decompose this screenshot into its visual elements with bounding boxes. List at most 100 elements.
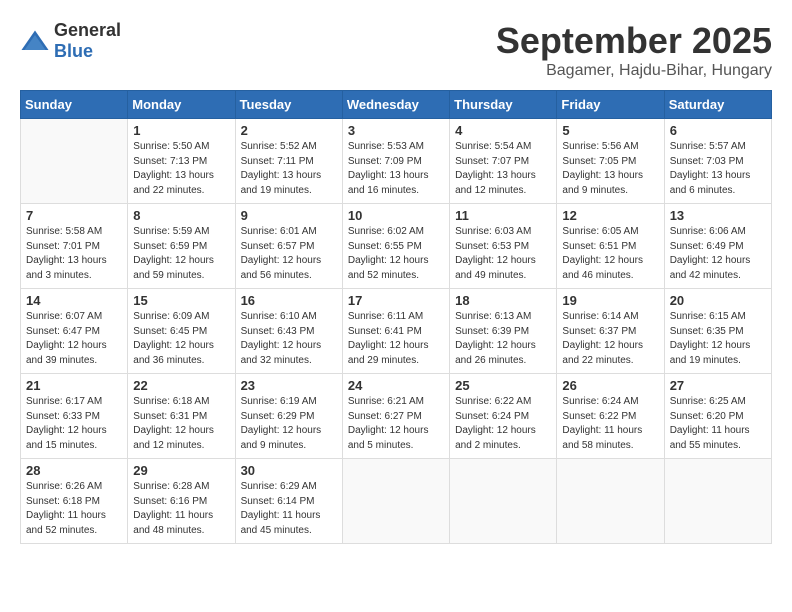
day-number: 1 <box>133 123 229 138</box>
calendar-cell: 28 Sunrise: 6:26 AM Sunset: 6:18 PM Dayli… <box>21 459 128 544</box>
day-info: Sunrise: 6:01 AM Sunset: 6:57 PM Dayligh… <box>241 225 337 283</box>
column-header-wednesday: Wednesday <box>342 91 449 119</box>
logo-icon <box>20 29 50 53</box>
month-title: September 2025 <box>496 20 772 62</box>
day-number: 5 <box>562 123 658 138</box>
day-number: 3 <box>348 123 444 138</box>
calendar-cell: 15 Sunrise: 6:09 AM Sunset: 6:45 PM Dayli… <box>128 289 235 374</box>
day-info: Sunrise: 5:50 AM Sunset: 7:13 PM Dayligh… <box>133 140 229 198</box>
day-number: 16 <box>241 293 337 308</box>
day-number: 21 <box>26 378 122 393</box>
day-info: Sunrise: 6:09 AM Sunset: 6:45 PM Dayligh… <box>133 310 229 368</box>
day-info: Sunrise: 5:58 AM Sunset: 7:01 PM Dayligh… <box>26 225 122 283</box>
calendar-cell: 13 Sunrise: 6:06 AM Sunset: 6:49 PM Dayli… <box>664 204 771 289</box>
day-number: 12 <box>562 208 658 223</box>
calendar-cell <box>342 459 449 544</box>
title-block: September 2025 Bagamer, Hajdu-Bihar, Hun… <box>496 20 772 80</box>
calendar-cell: 5 Sunrise: 5:56 AM Sunset: 7:05 PM Daylig… <box>557 119 664 204</box>
day-info: Sunrise: 6:13 AM Sunset: 6:39 PM Dayligh… <box>455 310 551 368</box>
day-info: Sunrise: 6:15 AM Sunset: 6:35 PM Dayligh… <box>670 310 766 368</box>
day-number: 20 <box>670 293 766 308</box>
calendar-cell: 26Sunrise: 6:24 AM Sunset: 6:22 PM Dayli… <box>557 374 664 459</box>
calendar-table: SundayMondayTuesdayWednesdayThursdayFrid… <box>20 90 772 544</box>
calendar-cell: 11Sunrise: 6:03 AM Sunset: 6:53 PM Dayli… <box>450 204 557 289</box>
day-number: 4 <box>455 123 551 138</box>
calendar-week-row: 21 Sunrise: 6:17 AM Sunset: 6:33 PM Dayli… <box>21 374 772 459</box>
column-header-sunday: Sunday <box>21 91 128 119</box>
day-info: Sunrise: 6:14 AM Sunset: 6:37 PM Dayligh… <box>562 310 658 368</box>
day-number: 28 <box>26 463 122 478</box>
calendar-cell: 1 Sunrise: 5:50 AM Sunset: 7:13 PM Daylig… <box>128 119 235 204</box>
day-info: Sunrise: 6:28 AM Sunset: 6:16 PM Dayligh… <box>133 480 229 538</box>
calendar-cell: 20 Sunrise: 6:15 AM Sunset: 6:35 PM Dayli… <box>664 289 771 374</box>
day-info: Sunrise: 6:25 AM Sunset: 6:20 PM Dayligh… <box>670 395 766 453</box>
column-header-friday: Friday <box>557 91 664 119</box>
column-header-monday: Monday <box>128 91 235 119</box>
logo-text: General Blue <box>54 20 121 62</box>
calendar-cell: 18 Sunrise: 6:13 AM Sunset: 6:39 PM Dayli… <box>450 289 557 374</box>
day-number: 10 <box>348 208 444 223</box>
calendar-cell: 7Sunrise: 5:58 AM Sunset: 7:01 PM Daylig… <box>21 204 128 289</box>
day-number: 6 <box>670 123 766 138</box>
day-info: Sunrise: 6:05 AM Sunset: 6:51 PM Dayligh… <box>562 225 658 283</box>
day-info: Sunrise: 6:29 AM Sunset: 6:14 PM Dayligh… <box>241 480 337 538</box>
calendar-week-row: 1 Sunrise: 5:50 AM Sunset: 7:13 PM Daylig… <box>21 119 772 204</box>
day-info: Sunrise: 6:26 AM Sunset: 6:18 PM Dayligh… <box>26 480 122 538</box>
calendar-cell: 17 Sunrise: 6:11 AM Sunset: 6:41 PM Dayli… <box>342 289 449 374</box>
logo-blue: Blue <box>54 41 93 61</box>
day-info: Sunrise: 5:52 AM Sunset: 7:11 PM Dayligh… <box>241 140 337 198</box>
calendar-cell: 22 Sunrise: 6:18 AM Sunset: 6:31 PM Dayli… <box>128 374 235 459</box>
day-info: Sunrise: 6:10 AM Sunset: 6:43 PM Dayligh… <box>241 310 337 368</box>
logo: General Blue <box>20 20 121 62</box>
calendar-cell: 12 Sunrise: 6:05 AM Sunset: 6:51 PM Dayli… <box>557 204 664 289</box>
day-number: 18 <box>455 293 551 308</box>
day-info: Sunrise: 6:11 AM Sunset: 6:41 PM Dayligh… <box>348 310 444 368</box>
day-info: Sunrise: 5:54 AM Sunset: 7:07 PM Dayligh… <box>455 140 551 198</box>
day-info: Sunrise: 5:57 AM Sunset: 7:03 PM Dayligh… <box>670 140 766 198</box>
day-number: 8 <box>133 208 229 223</box>
day-info: Sunrise: 6:02 AM Sunset: 6:55 PM Dayligh… <box>348 225 444 283</box>
day-number: 13 <box>670 208 766 223</box>
day-info: Sunrise: 5:53 AM Sunset: 7:09 PM Dayligh… <box>348 140 444 198</box>
day-info: Sunrise: 6:21 AM Sunset: 6:27 PM Dayligh… <box>348 395 444 453</box>
calendar-cell: 19Sunrise: 6:14 AM Sunset: 6:37 PM Dayli… <box>557 289 664 374</box>
calendar-cell: 2 Sunrise: 5:52 AM Sunset: 7:11 PM Daylig… <box>235 119 342 204</box>
calendar-cell <box>450 459 557 544</box>
calendar-header-row: SundayMondayTuesdayWednesdayThursdayFrid… <box>21 91 772 119</box>
column-header-tuesday: Tuesday <box>235 91 342 119</box>
calendar-cell <box>557 459 664 544</box>
logo-general: General <box>54 20 121 40</box>
day-info: Sunrise: 6:06 AM Sunset: 6:49 PM Dayligh… <box>670 225 766 283</box>
day-number: 9 <box>241 208 337 223</box>
day-info: Sunrise: 5:59 AM Sunset: 6:59 PM Dayligh… <box>133 225 229 283</box>
day-info: Sunrise: 6:19 AM Sunset: 6:29 PM Dayligh… <box>241 395 337 453</box>
calendar-cell: 14Sunrise: 6:07 AM Sunset: 6:47 PM Dayli… <box>21 289 128 374</box>
location-title: Bagamer, Hajdu-Bihar, Hungary <box>496 62 772 80</box>
day-number: 27 <box>670 378 766 393</box>
day-number: 11 <box>455 208 551 223</box>
column-header-saturday: Saturday <box>664 91 771 119</box>
calendar-week-row: 14Sunrise: 6:07 AM Sunset: 6:47 PM Dayli… <box>21 289 772 374</box>
day-number: 22 <box>133 378 229 393</box>
day-number: 24 <box>348 378 444 393</box>
day-info: Sunrise: 6:07 AM Sunset: 6:47 PM Dayligh… <box>26 310 122 368</box>
calendar-cell <box>664 459 771 544</box>
day-number: 25 <box>455 378 551 393</box>
calendar-cell: 16 Sunrise: 6:10 AM Sunset: 6:43 PM Dayli… <box>235 289 342 374</box>
calendar-cell: 23Sunrise: 6:19 AM Sunset: 6:29 PM Dayli… <box>235 374 342 459</box>
day-number: 15 <box>133 293 229 308</box>
calendar-cell: 3 Sunrise: 5:53 AM Sunset: 7:09 PM Daylig… <box>342 119 449 204</box>
day-info: Sunrise: 5:56 AM Sunset: 7:05 PM Dayligh… <box>562 140 658 198</box>
day-info: Sunrise: 6:17 AM Sunset: 6:33 PM Dayligh… <box>26 395 122 453</box>
day-number: 30 <box>241 463 337 478</box>
calendar-cell: 25Sunrise: 6:22 AM Sunset: 6:24 PM Dayli… <box>450 374 557 459</box>
calendar-cell: 6 Sunrise: 5:57 AM Sunset: 7:03 PM Daylig… <box>664 119 771 204</box>
day-info: Sunrise: 6:18 AM Sunset: 6:31 PM Dayligh… <box>133 395 229 453</box>
calendar-cell: 4 Sunrise: 5:54 AM Sunset: 7:07 PM Daylig… <box>450 119 557 204</box>
day-number: 17 <box>348 293 444 308</box>
day-number: 2 <box>241 123 337 138</box>
calendar-cell: 10 Sunrise: 6:02 AM Sunset: 6:55 PM Dayli… <box>342 204 449 289</box>
calendar-cell: 9 Sunrise: 6:01 AM Sunset: 6:57 PM Daylig… <box>235 204 342 289</box>
day-number: 29 <box>133 463 229 478</box>
calendar-cell: 27 Sunrise: 6:25 AM Sunset: 6:20 PM Dayli… <box>664 374 771 459</box>
